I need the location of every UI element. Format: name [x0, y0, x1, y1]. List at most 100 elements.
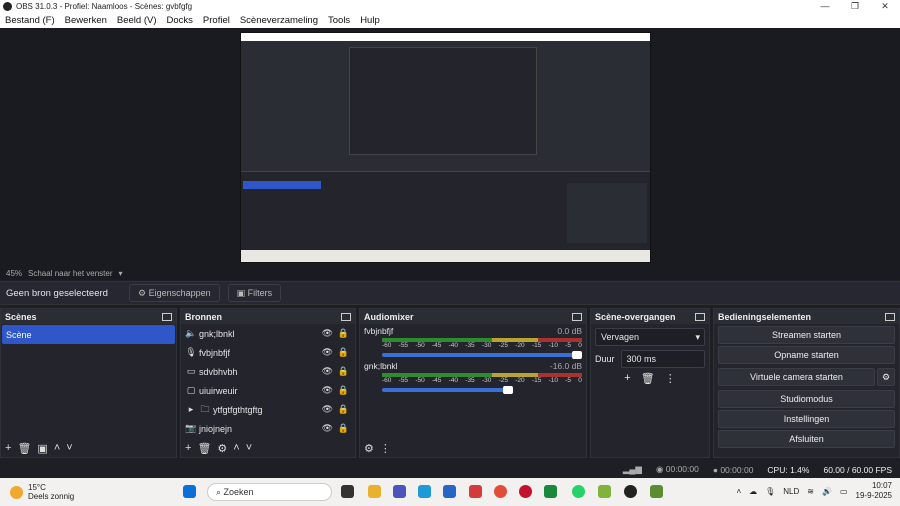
- eye-icon[interactable]: 👁: [322, 385, 333, 396]
- minecraft-icon[interactable]: [650, 485, 663, 498]
- add-icon[interactable]: +: [624, 372, 630, 385]
- properties-button[interactable]: ⚙ Eigenschappen: [129, 284, 220, 302]
- menu-scene-collection[interactable]: Scèneverzameling: [235, 15, 323, 26]
- volume-knob[interactable]: [572, 351, 582, 359]
- task-view-icon[interactable]: [341, 485, 354, 498]
- menu-docks[interactable]: Docks: [162, 15, 198, 26]
- add-icon[interactable]: +: [185, 442, 191, 454]
- track-db: 0.0 dB: [557, 326, 582, 336]
- mixer-settings-icon[interactable]: ⚙: [364, 442, 374, 455]
- chevron-up-icon[interactable]: ˄: [233, 442, 239, 454]
- more-icon[interactable]: ⋮: [380, 442, 391, 455]
- minimize-icon[interactable]: —: [810, 1, 840, 12]
- whatsapp-icon[interactable]: [572, 485, 585, 498]
- app-icon[interactable]: [598, 485, 611, 498]
- eye-icon[interactable]: 👁: [322, 404, 333, 415]
- trash-icon[interactable]: 🗑: [197, 442, 211, 455]
- transition-select[interactable]: Vervagen ▾: [595, 328, 705, 346]
- scene-item[interactable]: Scène: [2, 325, 175, 344]
- volume-knob[interactable]: [502, 386, 513, 394]
- lock-icon[interactable]: 🔒: [338, 404, 349, 415]
- trash-icon[interactable]: 🗑: [17, 442, 31, 455]
- close-icon[interactable]: ✕: [870, 1, 900, 12]
- wifi-icon[interactable]: ≋: [807, 487, 814, 496]
- lock-icon[interactable]: 🔒: [338, 366, 349, 377]
- battery-icon[interactable]: ▭: [840, 487, 848, 496]
- eye-icon[interactable]: 👁: [322, 366, 333, 377]
- file-explorer-icon[interactable]: [368, 485, 381, 498]
- popout-icon[interactable]: [162, 312, 172, 321]
- filter-icon[interactable]: ▣: [37, 442, 47, 455]
- start-recording-button[interactable]: Opname starten: [718, 346, 895, 364]
- volume-slider[interactable]: [382, 386, 513, 394]
- xbox-icon[interactable]: [544, 485, 557, 498]
- chrome-icon[interactable]: [494, 485, 507, 498]
- chevron-down-icon[interactable]: ▾: [119, 269, 123, 278]
- popout-icon[interactable]: [341, 312, 351, 321]
- menu-help[interactable]: Hulp: [355, 15, 385, 26]
- trash-icon[interactable]: 🗑: [641, 372, 655, 385]
- teams-icon[interactable]: [393, 485, 406, 498]
- volume-slider[interactable]: [382, 351, 582, 359]
- weather-widget[interactable]: 15°C Deels zonnig: [10, 483, 130, 501]
- add-icon[interactable]: +: [5, 442, 11, 454]
- sources-title: Bronnen: [185, 311, 222, 322]
- chevron-down-icon[interactable]: ˅: [66, 442, 72, 454]
- lock-icon[interactable]: 🔒: [338, 423, 349, 434]
- source-row[interactable]: ▸ 🗀 ytfgtfgthtgftg 👁 🔒: [181, 400, 355, 419]
- mic-icon[interactable]: 🎙: [765, 487, 775, 496]
- expand-icon[interactable]: ▸: [185, 404, 197, 415]
- source-row[interactable]: 🔈 gnk;lbnkl 👁 🔒: [181, 324, 355, 343]
- menu-tools[interactable]: Tools: [323, 15, 355, 26]
- lock-icon[interactable]: 🔒: [338, 328, 349, 339]
- menu-profile[interactable]: Profiel: [198, 15, 235, 26]
- popout-icon[interactable]: [885, 312, 895, 321]
- eye-icon[interactable]: 👁: [322, 423, 333, 434]
- search-icon: ⌕: [216, 486, 224, 497]
- chevron-up-icon[interactable]: ˄: [54, 442, 60, 454]
- zoom-mode[interactable]: Schaal naar het venster: [28, 269, 113, 278]
- obs-icon[interactable]: [624, 485, 637, 498]
- chevron-down-icon: ▾: [695, 331, 700, 342]
- cloud-icon[interactable]: ☁: [749, 487, 757, 496]
- chevron-up-icon[interactable]: ˄: [736, 487, 741, 496]
- duration-input[interactable]: 300 ms: [620, 350, 705, 368]
- lang-indicator[interactable]: NLD: [783, 487, 799, 496]
- start-icon[interactable]: [183, 485, 196, 498]
- no-source-label: Geen bron geselecteerd: [6, 287, 108, 299]
- popout-icon[interactable]: [695, 312, 705, 321]
- maximize-icon[interactable]: ❐: [840, 1, 870, 12]
- gear-icon[interactable]: ⚙: [877, 368, 895, 386]
- preview-canvas[interactable]: [240, 32, 651, 263]
- chevron-down-icon[interactable]: ˅: [246, 442, 252, 454]
- source-row[interactable]: 📷 jniojnejn 👁 🔒: [181, 419, 355, 438]
- lock-icon[interactable]: 🔒: [338, 385, 349, 396]
- menu-file[interactable]: Bestand (F): [0, 15, 60, 26]
- gear-icon[interactable]: ⚙: [217, 442, 227, 455]
- menu-edit[interactable]: Bewerken: [60, 15, 112, 26]
- opera-icon[interactable]: [519, 485, 532, 498]
- settings-button[interactable]: Instellingen: [718, 410, 895, 428]
- virtual-camera-button[interactable]: Virtuele camera starten: [718, 368, 875, 386]
- studio-mode-button[interactable]: Studiomodus: [718, 390, 895, 408]
- filters-button[interactable]: ▣ Filters: [227, 284, 282, 302]
- taskbar-search[interactable]: ⌕ Zoeken: [207, 483, 332, 501]
- source-row[interactable]: ▢ uiuirweuir 👁 🔒: [181, 381, 355, 400]
- clock[interactable]: 10:07 19-9-2025: [856, 481, 892, 501]
- gear-icon: ⚙: [138, 287, 149, 298]
- lock-icon[interactable]: 🔒: [338, 347, 349, 358]
- eye-icon[interactable]: 👁: [322, 328, 333, 339]
- eye-icon[interactable]: 👁: [322, 347, 333, 358]
- exit-button[interactable]: Afsluiten: [718, 430, 895, 448]
- source-row[interactable]: ▭ sdvbhvbh 👁 🔒: [181, 362, 355, 381]
- scenes-dock: Scènes Scène + 🗑 ▣ ˄ ˅: [0, 308, 177, 458]
- more-icon[interactable]: ⋮: [665, 372, 676, 385]
- source-row[interactable]: 🎙 fvbjnbfjf 👁 🔒: [181, 343, 355, 362]
- mcafee-icon[interactable]: [469, 485, 482, 498]
- start-streaming-button[interactable]: Streamen starten: [718, 326, 895, 344]
- store-icon[interactable]: [443, 485, 456, 498]
- popout-icon[interactable]: [572, 312, 582, 321]
- menu-view[interactable]: Beeld (V): [112, 15, 162, 26]
- volume-icon[interactable]: 🔊: [822, 487, 832, 496]
- edge-icon[interactable]: [418, 485, 431, 498]
